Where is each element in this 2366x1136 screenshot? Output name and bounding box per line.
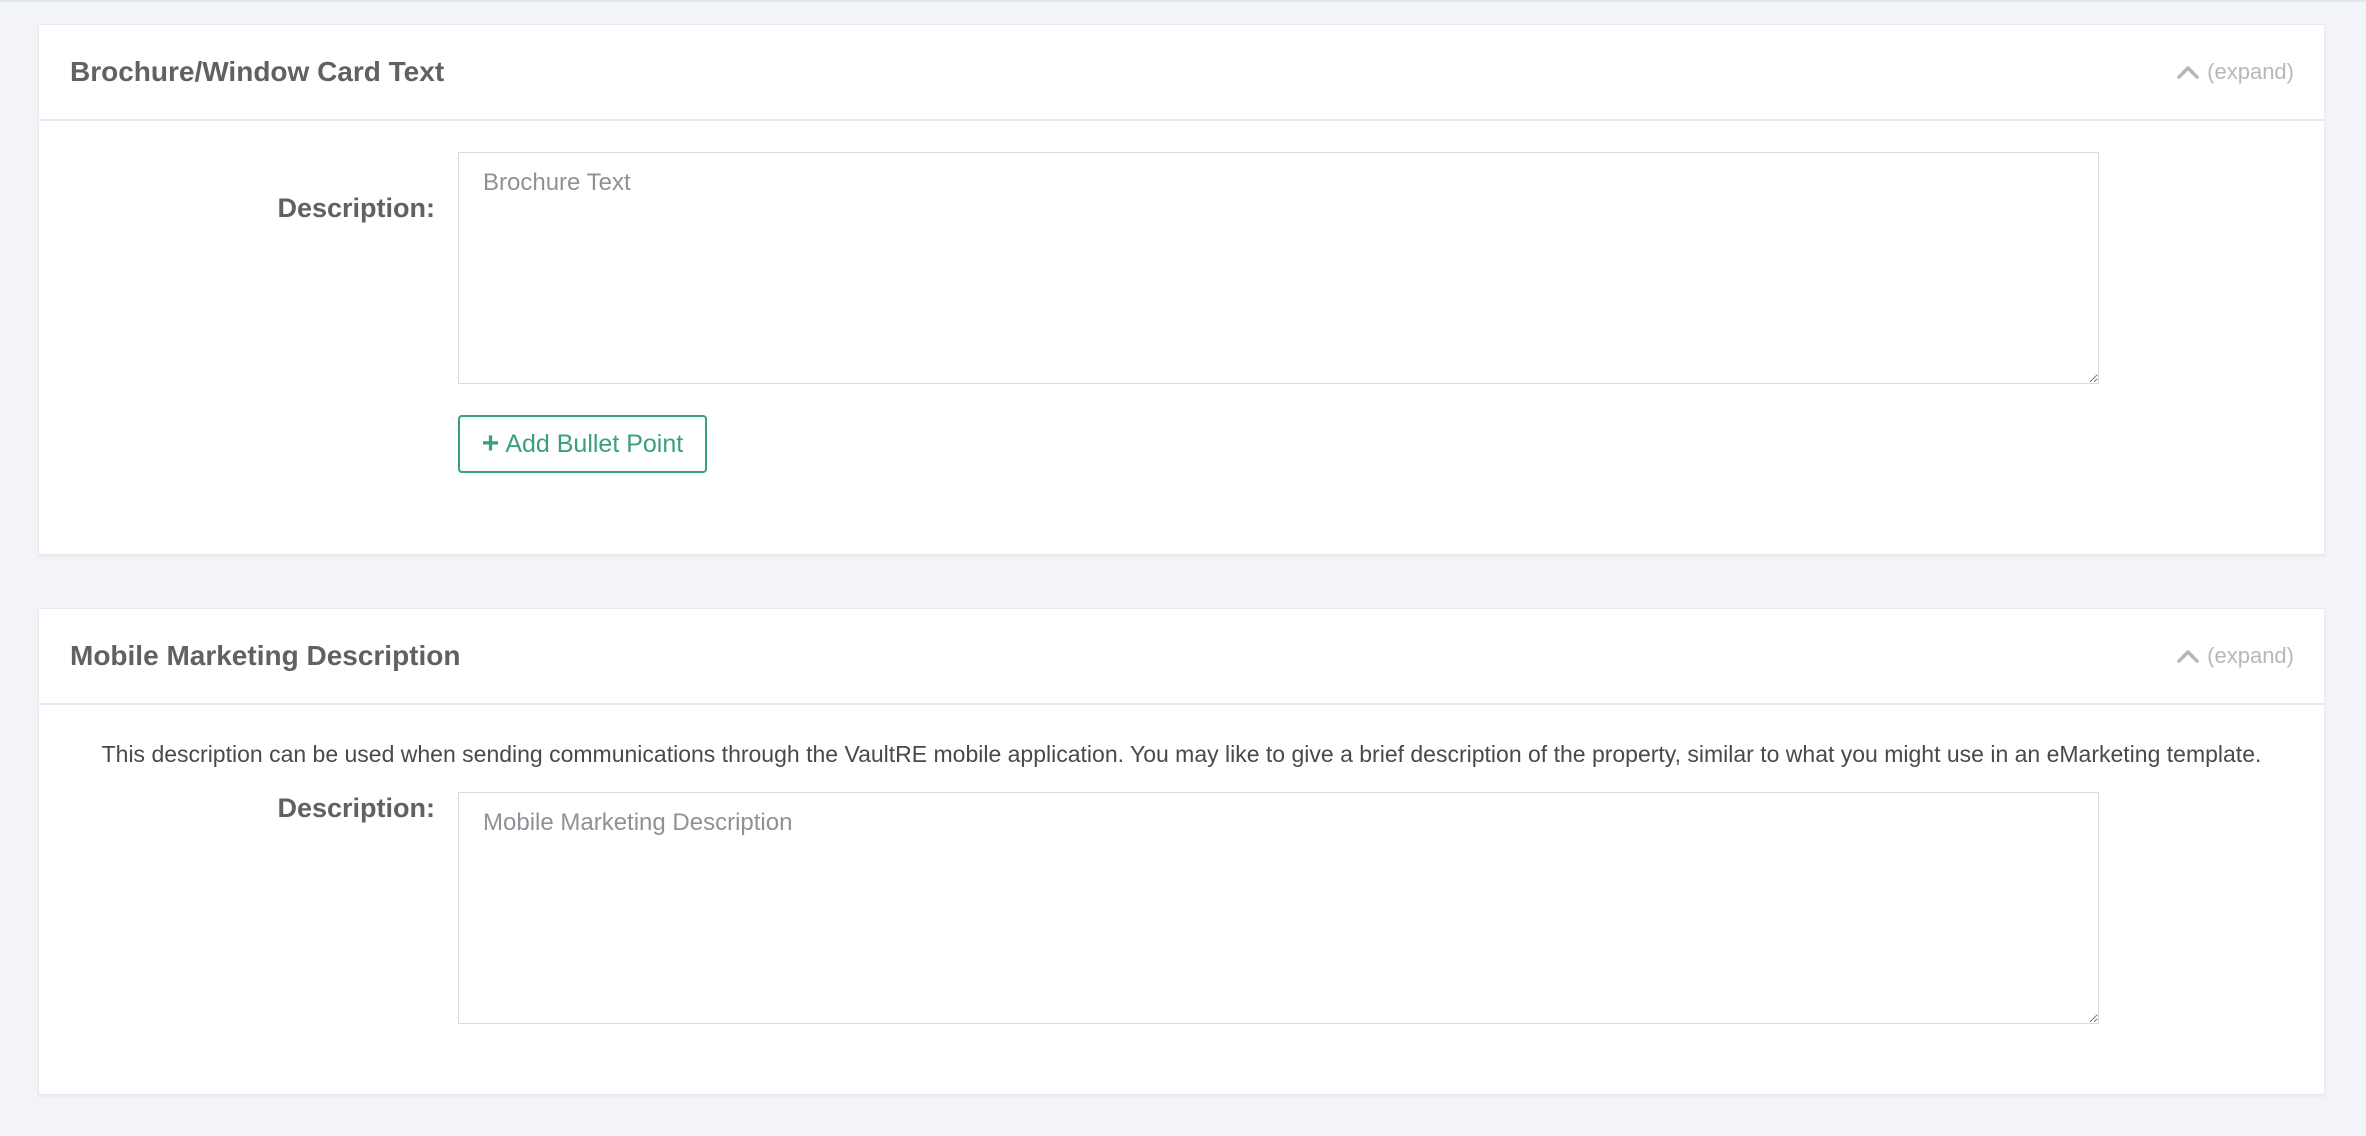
mobile-marketing-help-text: This description can be used when sendin…	[101, 741, 2262, 767]
brochure-panel: Brochure/Window Card Text (expand) Descr…	[38, 24, 2325, 555]
chevron-up-icon	[2177, 649, 2199, 663]
mobile-marketing-panel-title: Mobile Marketing Description	[70, 640, 461, 671]
brochure-panel-title: Brochure/Window Card Text	[70, 56, 445, 87]
mobile-marketing-panel: Mobile Marketing Description (expand) Th…	[38, 608, 2325, 1095]
top-divider	[0, 0, 2366, 2]
brochure-text-input[interactable]	[458, 152, 2099, 384]
expand-label: (expand)	[2207, 643, 2294, 668]
mobile-marketing-description-input[interactable]	[458, 792, 2099, 1024]
description-label: Description:	[277, 793, 435, 823]
brochure-expand-toggle[interactable]: (expand)	[2177, 59, 2294, 85]
mobile-marketing-panel-header: Mobile Marketing Description (expand)	[39, 609, 2324, 705]
brochure-panel-header: Brochure/Window Card Text (expand)	[39, 25, 2324, 121]
description-label: Description:	[277, 193, 435, 223]
chevron-up-icon	[2177, 65, 2199, 79]
expand-label: (expand)	[2207, 59, 2294, 84]
add-bullet-point-label: Add Bullet Point	[505, 429, 684, 458]
plus-icon: +	[481, 427, 500, 460]
mobile-marketing-expand-toggle[interactable]: (expand)	[2177, 643, 2294, 669]
add-bullet-point-button[interactable]: + Add Bullet Point	[458, 415, 707, 473]
